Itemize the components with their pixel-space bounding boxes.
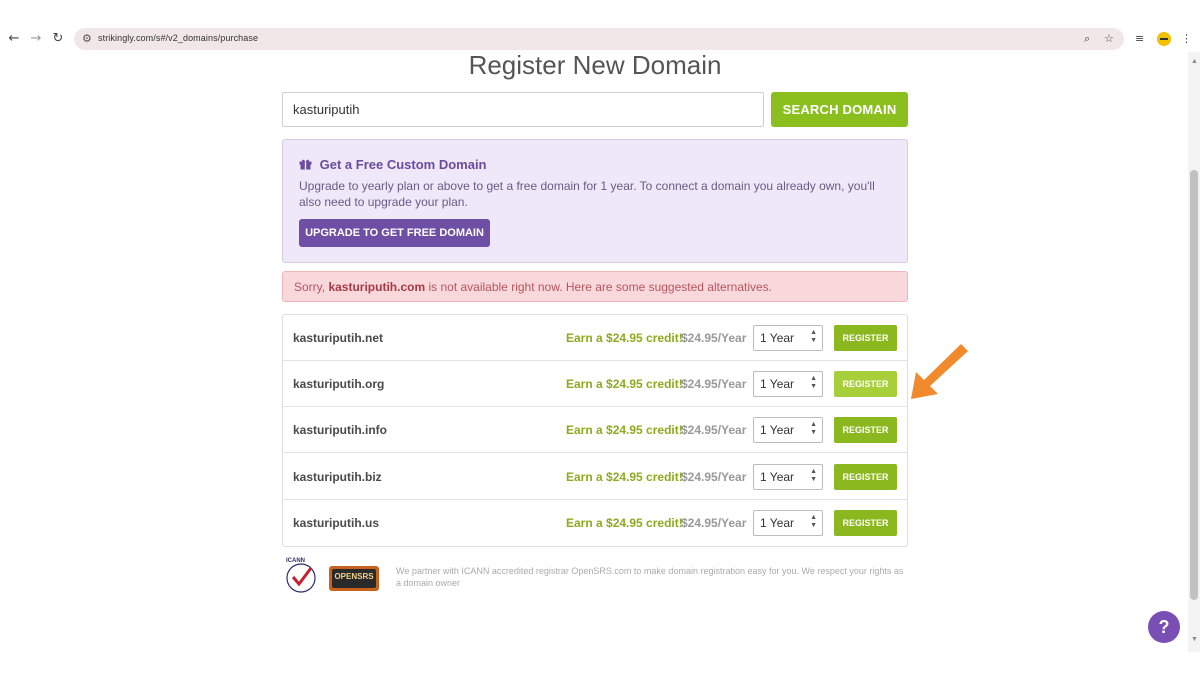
site-settings-icon[interactable]: ⚙ bbox=[82, 32, 92, 45]
credit-offer: Earn a $24.95 credit! bbox=[566, 423, 683, 437]
zoom-icon[interactable]: ⌕ bbox=[1084, 32, 1090, 46]
select-arrows-icon: ▲ ▼ bbox=[810, 514, 817, 529]
domain-unavailable-alert: Sorry, kasturiputih.com is not available… bbox=[282, 271, 908, 302]
credit-offer: Earn a $24.95 credit! bbox=[566, 377, 683, 391]
registrar-notice: We partner with ICANN accredited registr… bbox=[396, 566, 904, 588]
domain-row: kasturiputih.net Earn a $24.95 credit! $… bbox=[283, 315, 907, 361]
annotation-arrow-icon bbox=[911, 344, 968, 399]
upgrade-free-domain-button[interactable]: UPGRADE TO GET FREE DOMAIN bbox=[299, 219, 490, 247]
term-select[interactable]: 1 Year ▲ ▼ bbox=[753, 417, 823, 443]
page-scrollbar[interactable]: ▲ ▼ bbox=[1188, 52, 1200, 652]
search-domain-button[interactable]: SEARCH DOMAIN bbox=[771, 92, 908, 127]
select-arrows-icon: ▲ ▼ bbox=[810, 468, 817, 483]
select-arrows-icon: ▲ ▼ bbox=[810, 329, 817, 344]
domain-search-input[interactable] bbox=[282, 92, 764, 127]
domain-price: $24.95/Year bbox=[681, 423, 747, 437]
domain-suggestions-list: kasturiputih.net Earn a $24.95 credit! $… bbox=[282, 314, 908, 547]
browser-toolbar: ← → ↻ ⚙ strikingly.com/s#/v2_domains/pur… bbox=[0, 0, 1200, 52]
icann-logo-text: ICANN bbox=[286, 558, 305, 564]
domain-row: kasturiputih.us Earn a $24.95 credit! $2… bbox=[283, 500, 907, 546]
partner-logos: OPENSRS ICANN bbox=[282, 557, 382, 597]
domain-name: kasturiputih.info bbox=[293, 423, 387, 437]
select-arrows-icon: ▲ ▼ bbox=[810, 421, 817, 436]
url-text[interactable]: strikingly.com/s#/v2_domains/purchase bbox=[98, 33, 258, 43]
profile-avatar[interactable] bbox=[1157, 32, 1171, 46]
term-value: 1 Year bbox=[760, 516, 795, 530]
domain-price: $24.95/Year bbox=[681, 377, 747, 391]
domain-price: $24.95/Year bbox=[681, 516, 747, 530]
term-select[interactable]: 1 Year ▲ ▼ bbox=[753, 371, 823, 397]
gift-icon bbox=[299, 157, 316, 172]
alert-suffix: is not available right now. Here are som… bbox=[425, 280, 772, 294]
promo-title-text: Get a Free Custom Domain bbox=[319, 157, 487, 172]
register-button[interactable]: REGISTER bbox=[834, 417, 897, 443]
forward-icon[interactable]: → bbox=[29, 30, 43, 46]
term-value: 1 Year bbox=[760, 470, 795, 484]
term-value: 1 Year bbox=[760, 331, 795, 345]
domain-name: kasturiputih.org bbox=[293, 377, 385, 391]
scroll-down-icon[interactable]: ▼ bbox=[1191, 636, 1198, 643]
domain-row: kasturiputih.biz Earn a $24.95 credit! $… bbox=[283, 454, 907, 500]
reload-icon[interactable]: ↻ bbox=[51, 30, 65, 46]
register-button[interactable]: REGISTER bbox=[834, 510, 897, 536]
browser-menu-icon[interactable]: ⋮ bbox=[1181, 32, 1192, 45]
bookmark-star-icon[interactable]: ☆ bbox=[1104, 32, 1114, 45]
domain-name: kasturiputih.biz bbox=[293, 470, 382, 484]
alert-prefix: Sorry, bbox=[294, 280, 329, 294]
term-select[interactable]: 1 Year ▲ ▼ bbox=[753, 510, 823, 536]
credit-offer: Earn a $24.95 credit! bbox=[566, 516, 683, 530]
term-value: 1 Year bbox=[760, 377, 795, 391]
term-select[interactable]: 1 Year ▲ ▼ bbox=[753, 464, 823, 490]
help-button[interactable]: ? bbox=[1148, 611, 1180, 643]
free-domain-promo: Get a Free Custom Domain Upgrade to year… bbox=[282, 139, 908, 263]
media-control-icon[interactable]: ≡ bbox=[1135, 32, 1144, 45]
opensrs-logo-text: OPENSRS bbox=[334, 572, 374, 581]
domain-row: kasturiputih.info Earn a $24.95 credit! … bbox=[283, 407, 907, 453]
alert-domain: kasturiputih.com bbox=[328, 280, 426, 294]
select-arrows-icon: ▲ ▼ bbox=[810, 375, 817, 390]
register-button[interactable]: REGISTER bbox=[834, 464, 897, 490]
domain-price: $24.95/Year bbox=[681, 470, 747, 484]
domain-name: kasturiputih.us bbox=[293, 516, 380, 530]
term-value: 1 Year bbox=[760, 423, 795, 437]
domain-row: kasturiputih.org Earn a $24.95 credit! $… bbox=[283, 361, 907, 407]
term-select[interactable]: 1 Year ▲ ▼ bbox=[753, 325, 823, 351]
domain-price: $24.95/Year bbox=[681, 331, 747, 345]
register-button[interactable]: REGISTER bbox=[834, 371, 897, 397]
promo-title: Get a Free Custom Domain bbox=[299, 157, 487, 172]
address-bar[interactable]: ⚙ strikingly.com/s#/v2_domains/purchase … bbox=[74, 28, 1124, 50]
register-button[interactable]: REGISTER bbox=[834, 325, 897, 351]
back-icon[interactable]: ← bbox=[7, 30, 21, 46]
scroll-up-icon[interactable]: ▲ bbox=[1191, 58, 1198, 65]
credit-offer: Earn a $24.95 credit! bbox=[566, 331, 683, 345]
promo-description: Upgrade to yearly plan or above to get a… bbox=[299, 179, 875, 209]
scroll-thumb[interactable] bbox=[1190, 170, 1198, 600]
domain-name: kasturiputih.net bbox=[293, 331, 384, 345]
page-title: Register New Domain bbox=[468, 50, 722, 80]
credit-offer: Earn a $24.95 credit! bbox=[566, 470, 683, 484]
